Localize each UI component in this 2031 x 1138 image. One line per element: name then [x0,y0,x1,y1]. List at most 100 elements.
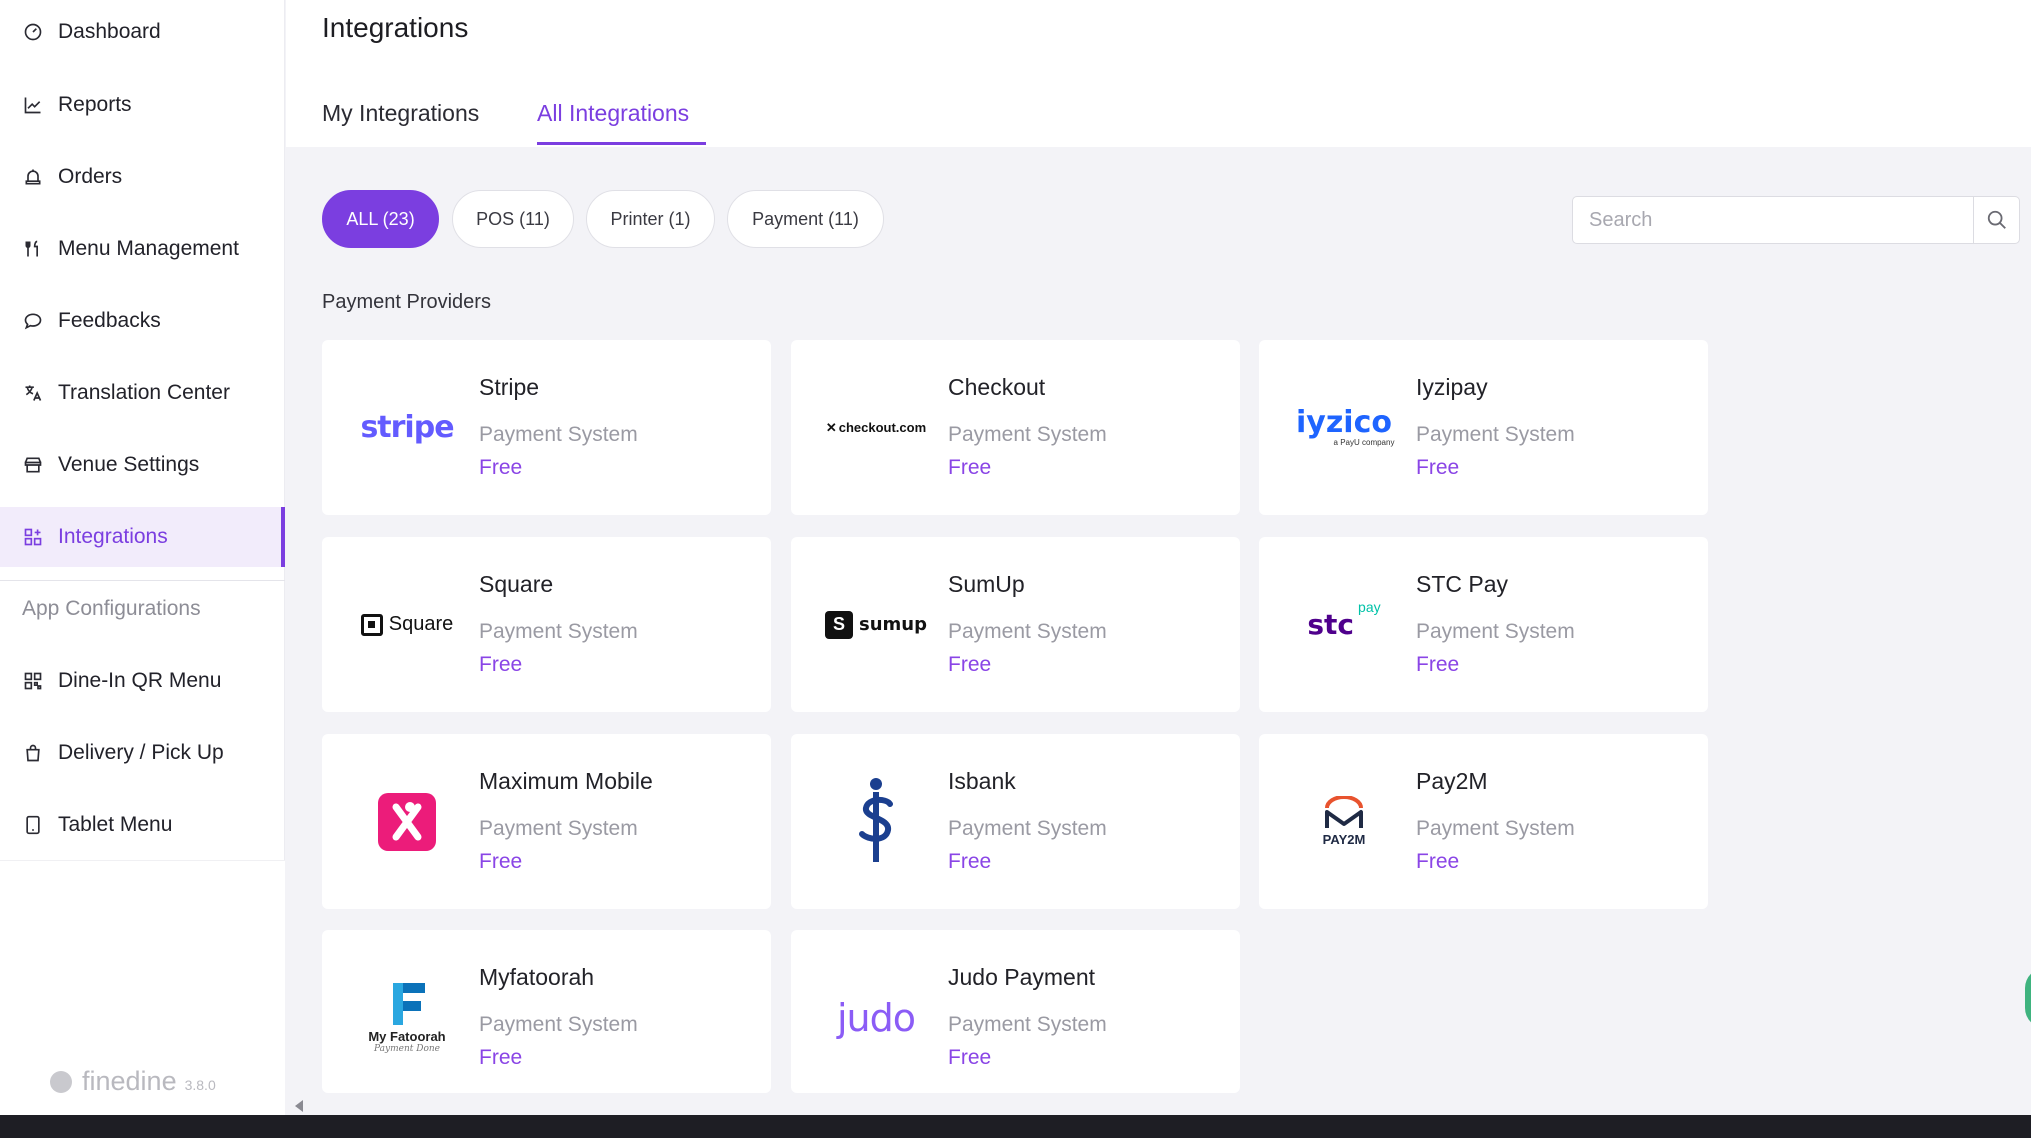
integration-card-isbank[interactable]: Isbank Payment System Free [791,734,1240,909]
filter-chip-payment[interactable]: Payment (11) [727,190,884,248]
card-price: Free [948,1046,992,1069]
sidebar-item-menu-management[interactable]: Menu Management [0,219,285,279]
integration-card-checkout[interactable]: ✕ checkout.com Checkout Payment System F… [791,340,1240,515]
pay2m-logo: PAY2M [1279,774,1409,869]
integration-card-sumup[interactable]: S sumup SumUp Payment System Free [791,537,1240,712]
integration-card-stc-pay[interactable]: stc pay STC Pay Payment System Free [1259,537,1708,712]
sidebar-item-label: Dine-In QR Menu [58,669,222,692]
page-title: Integrations [322,12,469,43]
gauge-icon [22,21,44,43]
stc-pay-logo: stc pay [1279,577,1409,672]
myfatoorah-logo-icon [393,983,425,1025]
os-taskbar [0,1115,2031,1138]
chat-support-button[interactable] [2025,968,2031,1028]
card-subtitle: Payment System [948,620,1107,643]
filter-chip-printer[interactable]: Printer (1) [586,190,715,248]
sidebar-item-label: Dashboard [58,20,161,43]
integration-card-stripe[interactable]: stripe Stripe Payment System Free [322,340,771,515]
chat-bubble-icon [22,310,44,332]
isbank-logo-icon [859,777,893,862]
translate-icon [22,382,44,404]
search-button[interactable] [1973,197,2019,243]
card-price: Free [479,653,523,676]
sidebar-item-label: Orders [58,165,123,188]
card-title: STC Pay [1416,571,1509,597]
search-box [1572,196,2020,244]
card-title: SumUp [948,571,1025,597]
page-header: Integrations My Integrations All Integra… [286,0,2031,147]
myfatoorah-logo-text: My Fatoorah [368,1029,446,1044]
integration-card-maximum-mobile[interactable]: Maximum Mobile Payment System Free [322,734,771,909]
card-price: Free [479,850,523,873]
iyzico-logo-subtext: a PayU company [1333,438,1395,447]
card-subtitle: Payment System [479,423,638,446]
utensils-icon [22,238,44,260]
checkout-logo-text: checkout.com [838,420,927,435]
search-input[interactable] [1573,197,1973,243]
checkout-logo: ✕ checkout.com [811,380,941,475]
card-subtitle: Payment System [1416,620,1575,643]
card-subtitle: Payment System [948,1013,1107,1036]
card-subtitle: Payment System [479,620,638,643]
sumup-mark-icon: S [825,610,853,639]
group-label-payment-providers: Payment Providers [322,291,491,313]
tablet-icon [22,814,44,836]
sidebar-item-reports[interactable]: Reports [0,75,285,135]
myfatoorah-logo: My Fatoorah Payment Done [342,970,472,1065]
square-mark-icon [360,613,383,636]
sumup-logo: S sumup [811,577,941,672]
sidebar-item-dashboard[interactable]: Dashboard [0,2,285,62]
integration-card-iyzipay[interactable]: iyzico a PayU company Iyzipay Payment Sy… [1259,340,1708,515]
tab-my-integrations[interactable]: My Integrations [322,100,479,127]
sidebar: Dashboard Reports Orders Menu Management… [0,0,285,1115]
bell-icon [22,166,44,188]
sidebar-item-translation-center[interactable]: Translation Center [0,363,285,423]
iyzico-logo: iyzico a PayU company [1279,380,1409,475]
card-title: Myfatoorah [479,964,595,990]
card-price: Free [948,653,992,676]
integration-card-judo-payment[interactable]: judo Judo Payment Payment System Free [791,930,1240,1093]
sidebar-item-label: Menu Management [58,237,239,260]
card-subtitle: Payment System [948,423,1107,446]
sidebar-item-integrations[interactable]: Integrations [0,507,285,567]
sidebar-item-orders[interactable]: Orders [0,147,285,207]
card-subtitle: Payment System [1416,817,1575,840]
sidebar-item-venue-settings[interactable]: Venue Settings [0,435,285,495]
card-price: Free [479,456,523,479]
sidebar-item-feedbacks[interactable]: Feedbacks [0,291,285,351]
stripe-logo-text: stripe [360,410,454,445]
scroll-left-arrow-icon[interactable] [295,1100,303,1112]
filter-chip-pos[interactable]: POS (11) [452,190,574,248]
card-title: Judo Payment [948,964,1096,990]
sidebar-item-label: Venue Settings [58,453,200,476]
tab-all-integrations[interactable]: All Integrations [537,100,689,127]
sidebar-item-dine-in-qr-menu[interactable]: Dine-In QR Menu [0,651,285,711]
brand-name: finedine [82,1066,177,1096]
section-label-app-configurations: App Configurations [22,597,201,620]
judo-logo-text: judo [836,995,916,1040]
finedine-logo-icon [50,1070,72,1093]
judo-logo: judo [811,970,941,1065]
sidebar-item-label: Translation Center [58,381,230,404]
iyzico-logo-text: iyzico [1296,405,1392,440]
card-price: Free [1416,850,1460,873]
sidebar-item-tablet-menu[interactable]: Tablet Menu [0,795,285,855]
card-price: Free [948,456,992,479]
checkout-mark-icon: ✕ [825,419,837,435]
shopping-bag-icon [22,742,44,764]
sidebar-item-label: Reports [58,93,132,116]
myfatoorah-logo-subtext: Payment Done [374,1044,440,1054]
card-price: Free [479,1046,523,1069]
grid-plus-icon [22,526,44,548]
sidebar-item-delivery-pick-up[interactable]: Delivery / Pick Up [0,723,285,783]
card-price: Free [948,850,992,873]
card-price: Free [1416,456,1460,479]
filter-chip-all[interactable]: ALL (23) [322,190,439,248]
card-title: Iyzipay [1416,374,1488,400]
sumup-logo-text: sumup [859,614,927,635]
integration-card-myfatoorah[interactable]: My Fatoorah Payment Done Myfatoorah Paym… [322,930,771,1093]
square-logo: Square [342,577,472,672]
integration-card-square[interactable]: Square Square Payment System Free [322,537,771,712]
integration-card-pay2m[interactable]: PAY2M Pay2M Payment System Free [1259,734,1708,909]
brand-logo: finedine 3.8.0 [50,1066,216,1097]
